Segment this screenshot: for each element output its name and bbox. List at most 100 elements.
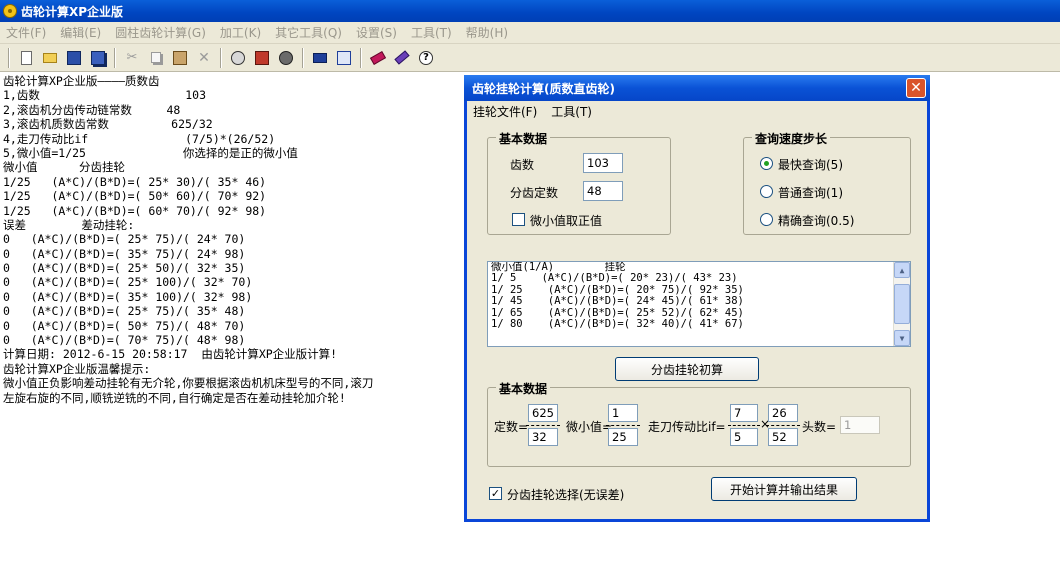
log-line: 1/25 (A*C)/(B*D)=( 25* 30)/( 35* 46) bbox=[3, 174, 267, 189]
toolbar-separator bbox=[360, 47, 362, 68]
print-icon[interactable] bbox=[252, 48, 272, 68]
calculator-icon[interactable] bbox=[310, 48, 330, 68]
dialog-title: 齿轮挂轮计算(质数直齿轮) bbox=[472, 81, 615, 96]
small-value-numerator-input[interactable] bbox=[608, 404, 638, 422]
new-icon[interactable] bbox=[16, 48, 36, 68]
log-line: 4,走刀传动比if (7/5)*(26/52) bbox=[3, 131, 276, 146]
toolbar-separator bbox=[302, 47, 304, 68]
toolbar-separator bbox=[8, 47, 10, 68]
edit-icon[interactable] bbox=[392, 48, 412, 68]
save-all-icon[interactable] bbox=[88, 48, 108, 68]
log-line: 0 (A*C)/(B*D)=( 25* 75)/( 24* 70) bbox=[3, 232, 246, 247]
scroll-thumb[interactable] bbox=[894, 284, 910, 324]
log-line: 齿轮计算XP企业版温馨提示: bbox=[3, 361, 151, 376]
output-log[interactable]: 齿轮计算XP企业版————质数齿 1,齿数 103 2,滚齿机分齿传动链常数 4… bbox=[0, 74, 470, 586]
normal-query-radio[interactable] bbox=[760, 185, 773, 198]
toolbar-separator bbox=[220, 47, 222, 68]
menu-file[interactable]: 文件(F) bbox=[0, 24, 54, 41]
index-constant-label: 分齿定数 bbox=[510, 186, 559, 200]
results-scrollbar[interactable]: ▲ ▼ bbox=[893, 262, 910, 346]
results-list[interactable]: 微小值(1/A) 挂轮 1/ 5 (A*C)/(B*D)=( 20* 23)/(… bbox=[487, 261, 911, 347]
log-line: 1,齿数 103 bbox=[3, 88, 207, 103]
small-value-label: 微小值= bbox=[566, 420, 613, 434]
feed-ratio-numerator-1-input[interactable] bbox=[730, 404, 758, 422]
teeth-input[interactable] bbox=[583, 153, 623, 173]
menu-tools[interactable]: 工具(T) bbox=[405, 24, 460, 41]
close-icon[interactable]: ✕ bbox=[906, 78, 926, 98]
fraction-line bbox=[606, 425, 640, 426]
menu-help[interactable]: 帮助(H) bbox=[460, 24, 516, 41]
index-gear-select-label: 分齿挂轮选择(无误差) bbox=[507, 488, 625, 502]
print-preview-icon[interactable] bbox=[228, 48, 248, 68]
fast-query-label: 最快查询(5) bbox=[778, 158, 843, 172]
export-icon[interactable] bbox=[334, 48, 354, 68]
teeth-label: 齿数 bbox=[510, 158, 535, 172]
fraction-line bbox=[766, 425, 800, 426]
log-line: 误差 差动挂轮: bbox=[3, 217, 135, 232]
window-titlebar: 齿轮计算XP企业版 bbox=[0, 0, 1060, 22]
scroll-up-icon[interactable]: ▲ bbox=[894, 262, 910, 278]
index-gear-select-checkbox[interactable]: ✓ bbox=[489, 487, 502, 500]
precise-query-radio[interactable] bbox=[760, 213, 773, 226]
log-line: 0 (A*C)/(B*D)=( 35* 75)/( 24* 98) bbox=[3, 246, 246, 261]
window-title: 齿轮计算XP企业版 bbox=[21, 4, 124, 19]
book-icon[interactable] bbox=[368, 48, 388, 68]
menu-bar: 文件(F) 编辑(E) 圆柱齿轮计算(G) 加工(K) 其它工具(Q) 设置(S… bbox=[0, 22, 1060, 44]
feed-ratio-denominator-1-input[interactable] bbox=[730, 428, 758, 446]
open-icon[interactable] bbox=[40, 48, 60, 68]
cut-icon[interactable]: ✂ bbox=[122, 48, 142, 68]
log-line: 5,微小值=1/25 你选择的是正的微小值 bbox=[3, 145, 298, 160]
initial-index-calc-button[interactable]: 分齿挂轮初算 bbox=[615, 357, 759, 381]
menu-edit[interactable]: 编辑(E) bbox=[54, 24, 109, 41]
menu-machining[interactable]: 加工(K) bbox=[214, 24, 269, 41]
help-icon[interactable]: ? bbox=[416, 48, 436, 68]
log-line: 0 (A*C)/(B*D)=( 70* 75)/( 48* 98) bbox=[3, 333, 246, 348]
paste-icon[interactable] bbox=[170, 48, 190, 68]
fraction-line bbox=[526, 425, 560, 426]
query-speed-group: 查询速度步长 最快查询(5) 普通查询(1) 精确查询(0.5) bbox=[743, 130, 911, 235]
basic-data-2-title: 基本数据 bbox=[496, 380, 551, 397]
constant-numerator-input[interactable] bbox=[528, 404, 558, 422]
dialog-titlebar: 齿轮挂轮计算(质数直齿轮) ✕ bbox=[464, 75, 930, 101]
log-line: 3,滚齿机质数齿常数 625/32 bbox=[3, 117, 213, 132]
precise-query-label: 精确查询(0.5) bbox=[778, 214, 855, 228]
positive-small-value-checkbox[interactable] bbox=[512, 213, 525, 226]
fast-query-radio[interactable] bbox=[760, 157, 773, 170]
basic-data-title: 基本数据 bbox=[496, 130, 551, 147]
heads-label: 头数= bbox=[802, 420, 837, 434]
start-calc-button[interactable]: 开始计算并输出结果 bbox=[711, 477, 857, 501]
app-icon bbox=[3, 4, 17, 18]
log-line: 1/25 (A*C)/(B*D)=( 60* 70)/( 92* 98) bbox=[3, 203, 267, 218]
gear-settings-icon[interactable] bbox=[276, 48, 296, 68]
menu-cylindrical-gear[interactable]: 圆柱齿轮计算(G) bbox=[109, 24, 214, 41]
dialog-menu-bar: 挂轮文件(F) 工具(T) bbox=[473, 103, 606, 120]
normal-query-label: 普通查询(1) bbox=[778, 186, 843, 200]
scroll-down-icon[interactable]: ▼ bbox=[894, 330, 910, 346]
basic-data-2-group: 基本数据 定数= 微小值= 走刀传动比if= × 头数= bbox=[487, 380, 911, 467]
menu-other-tools[interactable]: 其它工具(Q) bbox=[269, 24, 350, 41]
basic-data-group: 基本数据 齿数 分齿定数 微小值取正值 bbox=[487, 130, 671, 235]
log-line: 0 (A*C)/(B*D)=( 25* 75)/( 35* 48) bbox=[3, 304, 246, 319]
small-value-denominator-input[interactable] bbox=[608, 428, 638, 446]
toolbar-separator bbox=[114, 47, 116, 68]
dialog-menu-tools[interactable]: 工具(T) bbox=[551, 103, 592, 120]
positive-small-value-label: 微小值取正值 bbox=[530, 214, 603, 228]
copy-icon[interactable] bbox=[146, 48, 166, 68]
gear-calc-dialog: 齿轮挂轮计算(质数直齿轮) ✕ 挂轮文件(F) 工具(T) 基本数据 齿数 分齿… bbox=[464, 75, 930, 522]
query-speed-title: 查询速度步长 bbox=[752, 130, 831, 147]
log-line: 微小值正负影响差动挂轮有无介轮,你要根据滚齿机机床型号的不同,滚刀 bbox=[3, 376, 374, 391]
log-line: 微小值 分齿挂轮 bbox=[3, 160, 126, 175]
delete-icon[interactable]: ✕ bbox=[194, 48, 214, 68]
save-icon[interactable] bbox=[64, 48, 84, 68]
dialog-menu-file[interactable]: 挂轮文件(F) bbox=[473, 103, 537, 120]
list-item[interactable]: 1/ 80 (A*C)/(B*D)=( 32* 40)/( 41* 67) bbox=[488, 318, 910, 330]
heads-input bbox=[840, 416, 880, 434]
feed-ratio-numerator-2-input[interactable] bbox=[768, 404, 798, 422]
toolbar: ✂ ✕ ? bbox=[0, 44, 1060, 72]
feed-ratio-denominator-2-input[interactable] bbox=[768, 428, 798, 446]
index-constant-input[interactable] bbox=[583, 181, 623, 201]
menu-settings[interactable]: 设置(S) bbox=[350, 24, 405, 41]
list-item[interactable]: 1/ 45 (A*C)/(B*D)=( 24* 45)/( 61* 38) bbox=[488, 295, 910, 307]
constant-denominator-input[interactable] bbox=[528, 428, 558, 446]
log-line: 0 (A*C)/(B*D)=( 50* 75)/( 48* 70) bbox=[3, 318, 246, 333]
